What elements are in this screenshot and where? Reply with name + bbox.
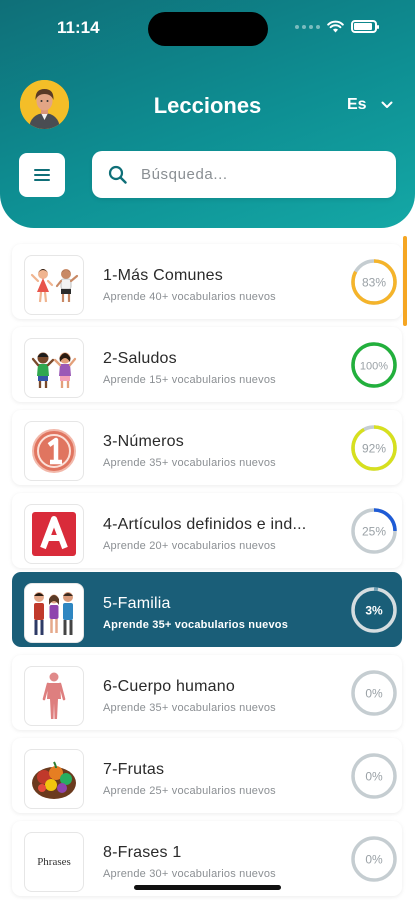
battery-icon [351, 20, 379, 33]
wifi-icon [327, 20, 344, 33]
lesson-subtitle: Aprende 35+ vocabularios nuevos [103, 619, 289, 631]
lesson-title: 2-Saludos [103, 350, 177, 367]
family-icon [34, 592, 73, 635]
lesson-subtitle: Aprende 25+ vocabularios nuevos [103, 785, 276, 797]
lesson-card-2[interactable]: 2-Saludos Aprende 15+ vocabularios nuevo… [12, 327, 402, 402]
kids-waving-icon [30, 269, 79, 303]
lesson-subtitle: Aprende 20+ vocabularios nuevos [103, 540, 276, 552]
lesson-thumbnail [24, 504, 84, 564]
lesson-thumbnail [24, 255, 84, 315]
signal-icon [295, 24, 320, 29]
lesson-list[interactable]: 1-Más Comunes Aprende 40+ vocabularios n… [0, 233, 415, 900]
lesson-title: 6-Cuerpo humano [103, 678, 235, 695]
hamburger-icon [34, 169, 50, 181]
lesson-subtitle: Aprende 35+ vocabularios nuevos [103, 457, 276, 469]
lesson-card-4[interactable]: 4-Artículos definidos e ind... Aprende 2… [12, 493, 402, 568]
lesson-card-5[interactable]: 5-Familia Aprende 35+ vocabularios nuevo… [12, 572, 402, 647]
lesson-card-3[interactable]: 3-Números Aprende 35+ vocabularios nuevo… [12, 410, 402, 485]
header: 11:14 Lecciones Es [0, 0, 415, 228]
home-indicator[interactable] [134, 885, 281, 890]
lesson-thumbnail [24, 338, 84, 398]
progress-percent: 0% [365, 687, 383, 701]
lesson-card-6[interactable]: 6-Cuerpo humano Aprende 35+ vocabularios… [12, 655, 402, 730]
search-icon [108, 165, 127, 184]
lesson-thumbnail [24, 583, 84, 643]
search-bar[interactable] [92, 151, 396, 198]
dynamic-island [148, 12, 268, 46]
status-icons [295, 20, 379, 33]
chevron-down-icon [381, 101, 393, 108]
lesson-thumbnail [24, 666, 84, 726]
lesson-card-1[interactable]: 1-Más Comunes Aprende 40+ vocabularios n… [12, 244, 402, 319]
lesson-title: 1-Más Comunes [103, 267, 223, 284]
progress-percent: 3% [365, 604, 383, 618]
number-one-icon [32, 429, 76, 473]
language-label: Es [347, 96, 367, 113]
lesson-title: 8-Frases 1 [103, 844, 182, 861]
lesson-subtitle: Aprende 35+ vocabularios nuevos [103, 702, 276, 714]
lesson-thumbnail: Phrases [24, 832, 84, 892]
progress-percent: 83% [362, 276, 386, 290]
progress-percent: 0% [365, 853, 383, 867]
progress-percent: 100% [360, 361, 388, 373]
progress-ring: 0% [351, 670, 397, 716]
progress-percent: 0% [365, 770, 383, 784]
progress-ring: 100% [351, 342, 397, 388]
greeting-kids-icon [31, 352, 77, 388]
phrases-icon: Phrases [37, 856, 71, 868]
human-body-icon [42, 672, 66, 719]
lesson-subtitle: Aprende 40+ vocabularios nuevos [103, 291, 276, 303]
menu-button[interactable] [19, 153, 65, 197]
progress-ring: 0% [351, 836, 397, 882]
lesson-title: 3-Números [103, 433, 184, 450]
lesson-subtitle: Aprende 30+ vocabularios nuevos [103, 868, 276, 880]
scrollbar[interactable] [403, 236, 407, 326]
lesson-title: 4-Artículos definidos e ind... [103, 516, 307, 533]
search-input[interactable] [141, 166, 371, 183]
progress-ring: 25% [351, 508, 397, 554]
progress-percent: 92% [362, 442, 386, 456]
lesson-thumbnail [24, 421, 84, 481]
lesson-title: 7-Frutas [103, 761, 165, 778]
progress-ring: 0% [351, 753, 397, 799]
progress-ring: 3% [351, 587, 397, 633]
lesson-title: 5-Familia [103, 595, 171, 612]
lesson-thumbnail [24, 749, 84, 809]
lesson-card-7[interactable]: 7-Frutas Aprende 25+ vocabularios nuevos… [12, 738, 402, 813]
language-selector[interactable]: Es [347, 96, 393, 114]
lesson-subtitle: Aprende 15+ vocabularios nuevos [103, 374, 276, 386]
letter-a-icon [32, 512, 76, 556]
progress-percent: 25% [362, 525, 386, 539]
progress-ring: 83% [351, 259, 397, 305]
fruit-basket-icon [32, 761, 76, 799]
progress-ring: 92% [351, 425, 397, 471]
status-time: 11:14 [57, 18, 100, 37]
